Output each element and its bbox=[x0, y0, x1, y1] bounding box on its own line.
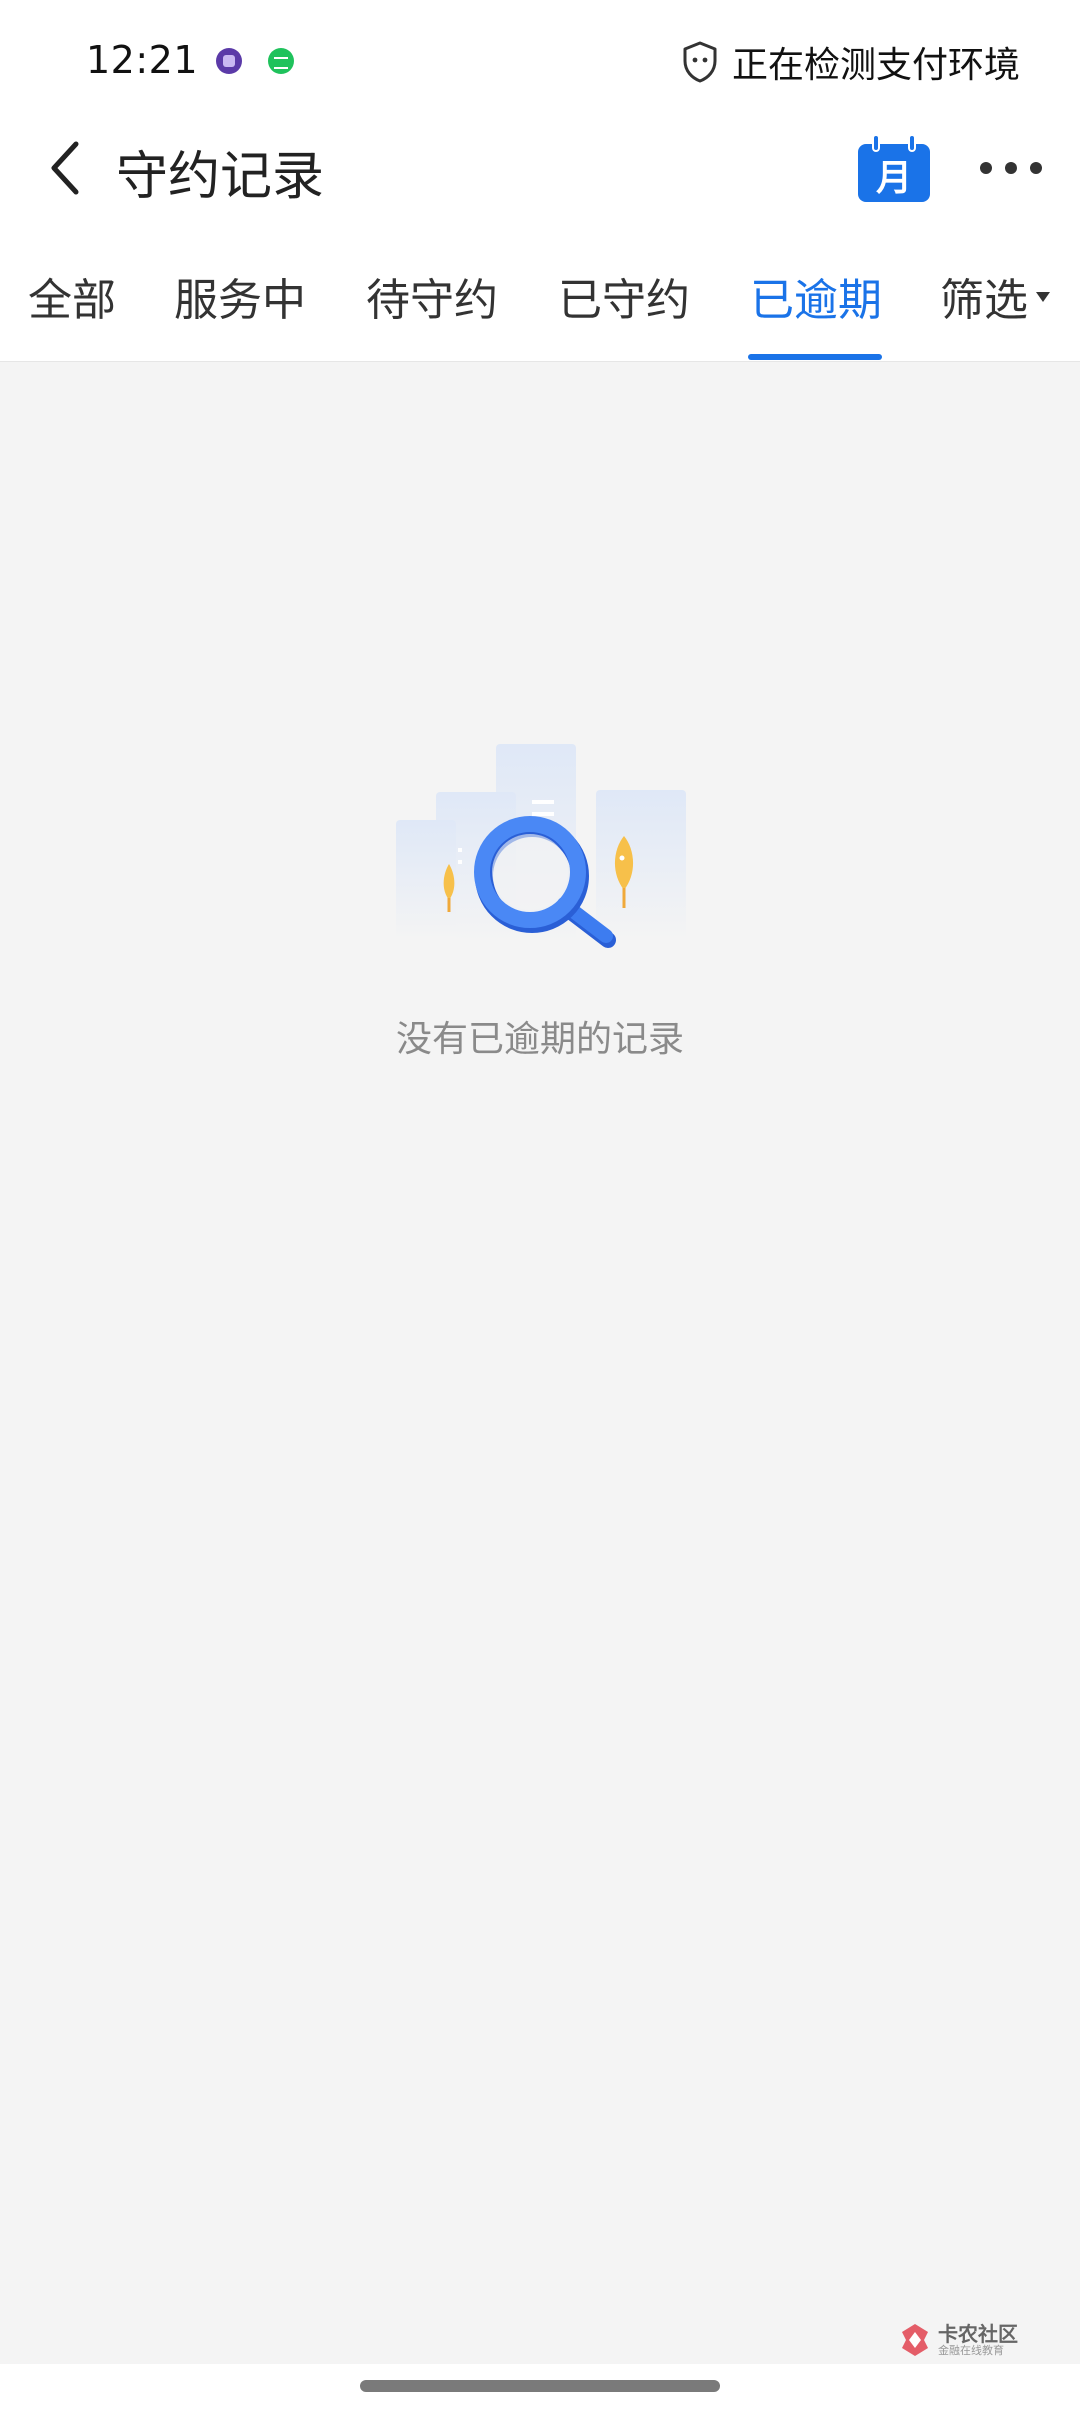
notification-app-icon bbox=[216, 48, 242, 74]
tab-filter[interactable]: 筛选 bbox=[940, 264, 1050, 328]
more-dot-icon bbox=[980, 162, 992, 174]
status-bar: 12:21 正在检测支付环境 bbox=[0, 0, 1080, 118]
calendar-icon: 月 bbox=[858, 144, 930, 202]
calendar-month-button[interactable]: 月 bbox=[858, 134, 930, 202]
tab-in-service[interactable]: 服务中 bbox=[174, 264, 306, 328]
message-notification-icon bbox=[268, 48, 294, 74]
caret-down-icon bbox=[1036, 292, 1050, 302]
tab-kept[interactable]: 已守约 bbox=[558, 264, 690, 328]
calendar-ring-right bbox=[908, 134, 916, 152]
chevron-left-icon bbox=[51, 141, 79, 195]
back-button[interactable] bbox=[32, 136, 96, 200]
tab-pending[interactable]: 待守约 bbox=[366, 264, 498, 328]
tab-overdue[interactable]: 已逾期 bbox=[750, 264, 882, 328]
top-navigation-bar: 守约记录 月 bbox=[0, 118, 1080, 218]
empty-search-illustration bbox=[396, 744, 686, 948]
more-options-button[interactable] bbox=[976, 146, 1046, 190]
payment-security-status: 正在检测支付环境 bbox=[680, 38, 1020, 86]
payment-status-text: 正在检测支付环境 bbox=[731, 45, 1020, 86]
status-time: 12:21 bbox=[86, 38, 199, 82]
calendar-month-label: 月 bbox=[875, 158, 912, 199]
more-dot-icon bbox=[1005, 162, 1017, 174]
tab-all[interactable]: 全部 bbox=[28, 264, 116, 328]
empty-state-message: 没有已逾期的记录 bbox=[395, 1019, 684, 1060]
filter-label: 筛选 bbox=[940, 275, 1028, 326]
gesture-bar-area bbox=[0, 2364, 1080, 2412]
calendar-ring-left bbox=[872, 134, 880, 152]
active-tab-indicator bbox=[748, 354, 882, 360]
shield-icon bbox=[683, 41, 717, 83]
record-filter-tabs: 全部 服务中 待守约 已守约 已逾期 筛选 bbox=[0, 218, 1080, 362]
watermark-logo-icon bbox=[902, 2324, 928, 2356]
watermark-subtitle: 金融在线教育 bbox=[938, 2344, 1004, 2357]
more-dot-icon bbox=[1030, 162, 1042, 174]
home-indicator[interactable] bbox=[360, 2380, 720, 2392]
watermark: 卡农社区 金融在线教育 bbox=[898, 2318, 1028, 2362]
page-title: 守约记录 bbox=[116, 147, 325, 207]
